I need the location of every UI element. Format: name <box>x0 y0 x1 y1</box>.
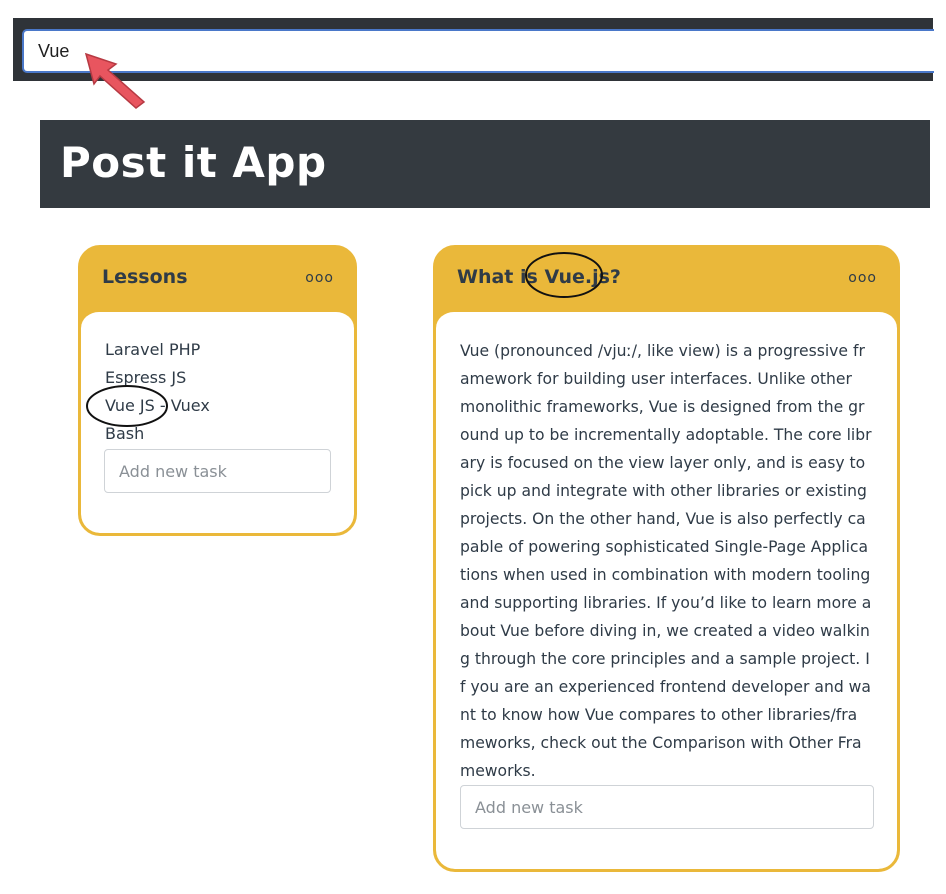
more-dots-icon[interactable]: ooo <box>305 270 334 286</box>
card-header: What is Vue.js? ooo <box>436 248 897 310</box>
task-item[interactable]: Laravel PHP <box>105 336 210 364</box>
more-dots-icon[interactable]: ooo <box>848 270 877 286</box>
task-item[interactable]: Espress JS <box>105 364 210 392</box>
app-header: Post it App <box>40 120 930 208</box>
card-title: What is Vue.js? <box>457 266 621 288</box>
task-item[interactable]: Vue JS - Vuex <box>105 392 210 420</box>
card-description: Vue (pronounced /vjuː/, like view) is a … <box>460 342 872 780</box>
card-header: Lessons ooo <box>81 248 354 310</box>
page-title: Post it App <box>60 138 327 187</box>
task-list: Laravel PHP Espress JS Vue JS - Vuex Bas… <box>105 336 210 448</box>
arrow-pointer-icon <box>84 52 146 109</box>
task-item[interactable]: Bash <box>105 420 210 448</box>
add-task-input[interactable] <box>104 449 331 493</box>
card-body: Vue (pronounced /vjuː/, like view) is a … <box>436 310 897 869</box>
card-what-is-vue: What is Vue.js? ooo Vue (pronounced /vju… <box>433 245 900 872</box>
add-task-input[interactable] <box>460 785 874 829</box>
card-lessons: Lessons ooo Laravel PHP Espress JS Vue J… <box>78 245 357 536</box>
card-body: Laravel PHP Espress JS Vue JS - Vuex Bas… <box>81 310 354 533</box>
search-input[interactable] <box>22 29 934 73</box>
card-title: Lessons <box>102 266 188 288</box>
